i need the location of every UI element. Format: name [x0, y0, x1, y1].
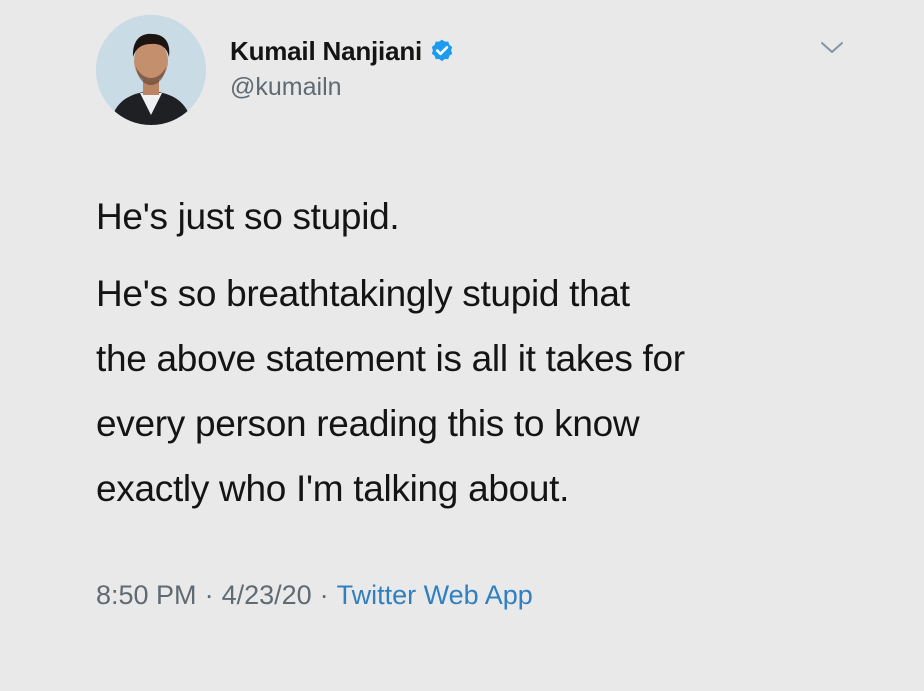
tweet-meta: 8:50 PM · 4/23/20 · Twitter Web App	[96, 580, 533, 611]
avatar-photo	[96, 15, 206, 125]
verified-badge-icon	[429, 38, 455, 64]
meta-separator: ·	[319, 580, 329, 610]
avatar[interactable]	[96, 15, 206, 125]
tweet-paragraph: He's just so stupid.	[96, 196, 400, 237]
tweet-paragraph-line: every person reading this to know	[96, 403, 640, 444]
author-name-row: Kumail Nanjiani	[230, 35, 455, 67]
tweet-date[interactable]: 4/23/20	[222, 580, 312, 611]
tweet-time[interactable]: 8:50 PM	[96, 580, 197, 611]
author-handle[interactable]: @kumailn	[230, 73, 342, 102]
chevron-down-icon[interactable]	[818, 38, 846, 58]
tweet-paragraph-line: the above statement is all it takes for	[96, 338, 685, 379]
tweet-text: He's just so stupid. He's so breathtakin…	[96, 184, 886, 521]
author-name[interactable]: Kumail Nanjiani	[230, 36, 422, 67]
meta-separator: ·	[204, 580, 214, 610]
tweet-card: Kumail Nanjiani @kumailn He's just so st…	[0, 0, 924, 691]
tweet-paragraph-line: He's so breathtakingly stupid that	[96, 273, 630, 314]
tweet-source-link[interactable]: Twitter Web App	[337, 580, 533, 611]
tweet-paragraph-line: exactly who I'm talking about.	[96, 468, 570, 509]
